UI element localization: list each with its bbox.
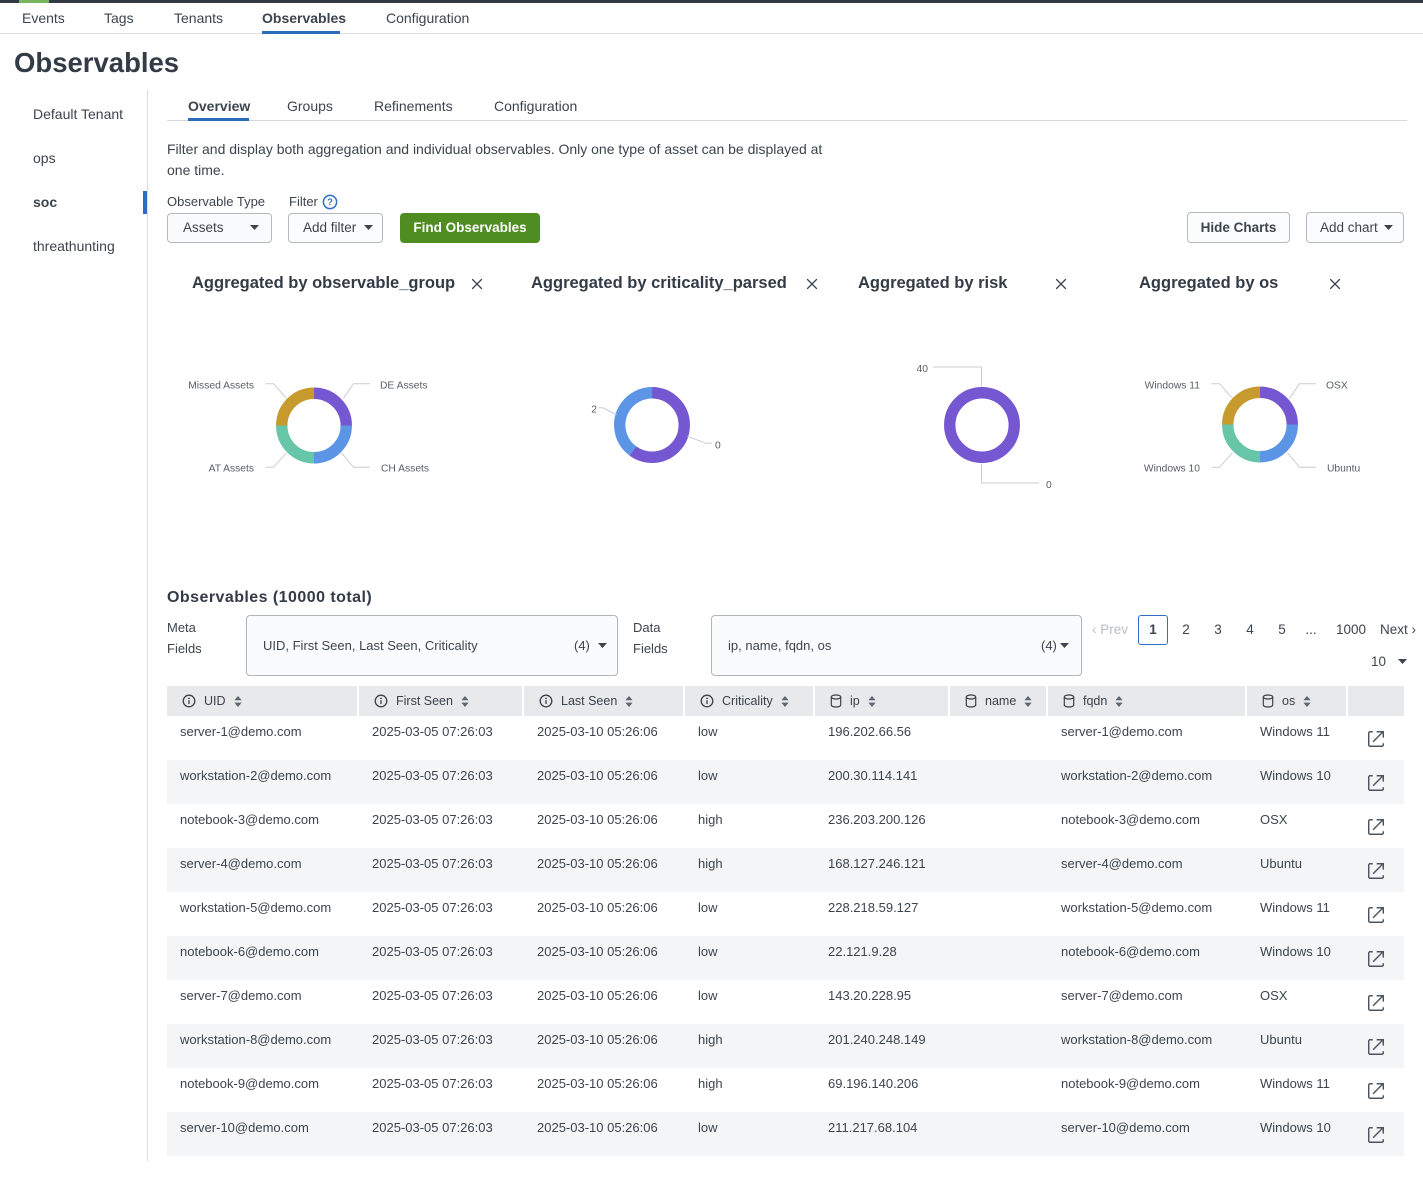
svg-text:40: 40 [917, 364, 929, 375]
svg-text:AT Assets: AT Assets [209, 464, 254, 475]
svg-text:Missed Assets: Missed Assets [188, 381, 254, 392]
svg-text:0: 0 [715, 441, 721, 452]
svg-text:DE Assets: DE Assets [380, 381, 428, 392]
svg-text:Ubuntu: Ubuntu [1327, 464, 1360, 475]
svg-text:2: 2 [591, 405, 597, 416]
svg-text:Windows 11: Windows 11 [1145, 381, 1201, 392]
svg-text:OSX: OSX [1326, 381, 1348, 392]
svg-text:Windows 10: Windows 10 [1144, 464, 1200, 475]
svg-text:CH Assets: CH Assets [381, 464, 429, 475]
svg-text:?: ? [327, 197, 333, 208]
svg-text:0: 0 [1046, 480, 1052, 491]
